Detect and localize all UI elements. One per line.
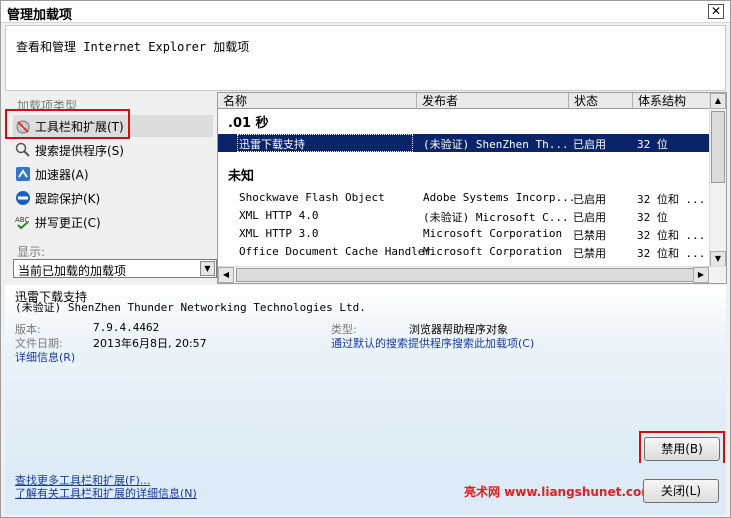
row-architecture: 32 位 — [637, 138, 668, 151]
row-name: XML HTTP 4.0 — [239, 209, 319, 222]
row-publisher: Microsoft Corporation — [423, 227, 563, 240]
horizontal-scrollbar[interactable]: ◀ ▶ — [218, 266, 726, 283]
column-header-publisher[interactable]: 发布者 — [417, 93, 569, 109]
learn-more-link[interactable]: 了解有关工具栏和扩展的详细信息(N) — [15, 485, 197, 501]
search-addon-link[interactable]: 通过默认的搜索提供程序搜索此加载项(C) — [331, 335, 534, 351]
row-name: Shockwave Flash Object — [239, 191, 385, 204]
search-icon — [15, 142, 31, 158]
sidebar-item-label: 跟踪保护(K) — [35, 191, 101, 206]
scroll-right-arrow-icon[interactable]: ▶ — [693, 267, 709, 283]
sidebar-item-spelling[interactable]: ABC 拼写更正(C) — [13, 211, 213, 233]
row-name: XML HTTP 3.0 — [239, 227, 319, 240]
row-publisher: Microsoft Corporation — [423, 245, 563, 258]
row-publisher: (未验证) ShenZhen Th... — [423, 138, 569, 151]
header-description: 查看和管理 Internet Explorer 加载项 — [16, 40, 250, 54]
row-status: 已禁用 — [573, 247, 606, 260]
row-architecture: 32 位和 ... — [637, 229, 706, 242]
table-row[interactable]: 迅雷下载支持 (未验证) ShenZhen Th... 已启用 32 位 — [218, 134, 710, 152]
show-label: 显示: — [17, 245, 46, 259]
table-row[interactable]: XML HTTP 3.0 Microsoft Corporation 已禁用 3… — [218, 225, 710, 243]
close-window-button[interactable]: ✕ — [708, 4, 724, 19]
manage-addons-dialog: 管理加载项 ✕ 查看和管理 Internet Explorer 加载项 加载项类… — [0, 0, 731, 518]
version-value: 7.9.4.4462 — [93, 321, 160, 334]
more-info-link[interactable]: 详细信息(R) — [15, 349, 75, 365]
sidebar-item-accelerators[interactable]: 加速器(A) — [13, 163, 213, 185]
scroll-thumb[interactable] — [236, 268, 701, 282]
table-row[interactable]: Shockwave Flash Object Adobe Systems Inc… — [218, 189, 710, 207]
no-entry-icon — [15, 190, 31, 206]
show-dropdown-value: 当前已加载的加载项 — [18, 264, 127, 278]
sidebar-item-label: 搜索提供程序(S) — [35, 143, 124, 158]
scroll-up-arrow-icon[interactable]: ▲ — [710, 93, 726, 109]
table-row[interactable]: XML HTTP 4.0 (未验证) Microsoft C... 已启用 32… — [218, 207, 710, 225]
row-status: 已禁用 — [573, 229, 606, 242]
column-header-architecture[interactable]: 体系结构 — [633, 93, 710, 109]
row-publisher: Adobe Systems Incorp... — [423, 191, 576, 204]
row-architecture: 32 位和 ... — [637, 193, 706, 206]
row-architecture: 32 位和 ... — [637, 247, 706, 260]
row-status: 已启用 — [573, 138, 606, 151]
row-publisher: (未验证) Microsoft C... — [423, 211, 569, 224]
watermark-text: 亮术网 www.liangshunet.com — [464, 485, 654, 499]
highlight-box — [5, 109, 130, 139]
group-header: 未知 — [228, 169, 255, 184]
scroll-down-arrow-icon[interactable]: ▼ — [710, 251, 726, 267]
sidebar-item-label: 加速器(A) — [35, 167, 89, 182]
file-date-value: 2013年6月8日, 20:57 — [93, 337, 207, 350]
sidebar-item-label: 拼写更正(C) — [35, 215, 101, 230]
accelerator-icon — [15, 166, 31, 182]
vertical-scrollbar[interactable]: ▲ ▼ — [709, 93, 726, 267]
window-title: 管理加载项 — [7, 8, 73, 23]
title-bar: 管理加载项 ✕ — [1, 1, 730, 23]
row-status: 已启用 — [573, 193, 606, 206]
scroll-left-arrow-icon[interactable]: ◀ — [218, 267, 234, 283]
scroll-thumb[interactable] — [711, 111, 725, 183]
close-button[interactable]: 关闭(L) — [643, 479, 719, 503]
column-header-name[interactable]: 名称 — [218, 93, 417, 109]
row-name: 迅雷下载支持 — [239, 138, 305, 151]
detail-publisher: (未验证) ShenZhen Thunder Networking Techno… — [15, 301, 366, 314]
table-row[interactable]: Office Document Cache Handler Microsoft … — [218, 243, 710, 261]
spell-check-icon: ABC — [15, 214, 31, 230]
list-header: 名称 发布者 状态 体系结构 — [218, 93, 710, 109]
header-panel: 查看和管理 Internet Explorer 加载项 — [5, 25, 726, 91]
show-dropdown[interactable]: 当前已加载的加载项 ▼ — [13, 259, 217, 278]
row-name: Office Document Cache Handler — [239, 245, 432, 258]
column-header-status[interactable]: 状态 — [569, 93, 633, 109]
group-header: .01 秒 — [228, 116, 269, 131]
sidebar-item-search-providers[interactable]: 搜索提供程序(S) — [13, 139, 213, 161]
chevron-down-icon[interactable]: ▼ — [200, 261, 215, 276]
sidebar-item-tracking-protection[interactable]: 跟踪保护(K) — [13, 187, 213, 209]
row-architecture: 32 位 — [637, 211, 668, 224]
row-status: 已启用 — [573, 211, 606, 224]
highlight-box — [639, 431, 725, 467]
addon-list: 名称 发布者 状态 体系结构 .01 秒 迅雷下载支持 (未验证) ShenZh… — [217, 92, 727, 284]
